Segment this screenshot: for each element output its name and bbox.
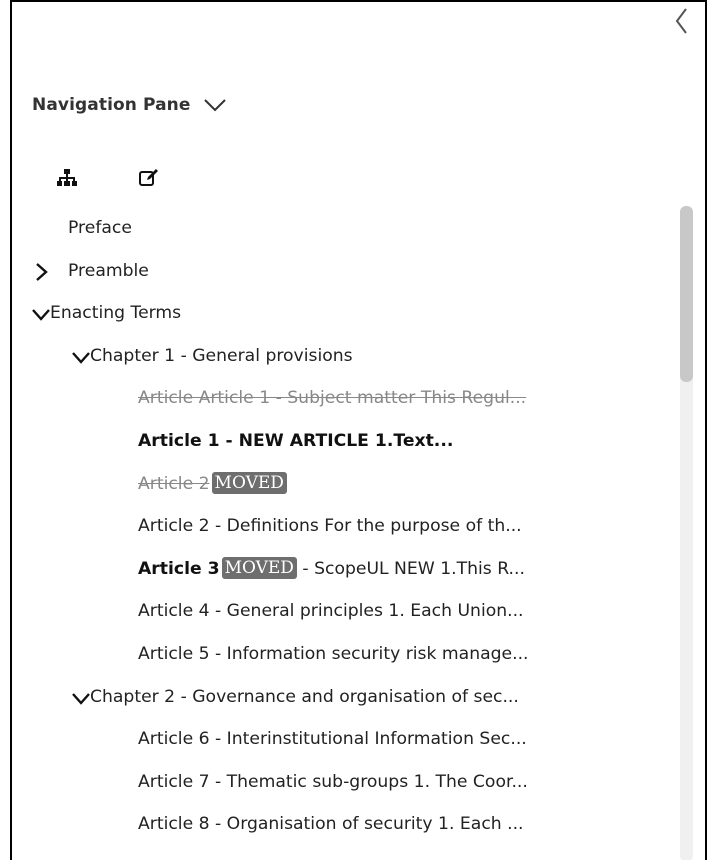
tree-item-article[interactable]: Article 4 - General principles 1. Each U… (32, 590, 685, 633)
scrollbar-thumb[interactable] (680, 206, 693, 382)
tree-item-chapter[interactable]: Chapter 1 - General provisions (32, 335, 685, 378)
tree-item-text: Article 4 - General principles 1. Each U… (138, 590, 524, 633)
tree-item-label: Article Article 1 - Subject matter This … (138, 388, 527, 409)
navigation-tree: Preface Preamble Enacting Terms Chapter 1 -… (32, 207, 685, 846)
tree-item-text: Chapter 1 - General provisions (90, 335, 353, 378)
tree-item-text: Article 1 - NEW ARTICLE 1.Text... (138, 420, 453, 463)
tree-item-chapter[interactable]: Chapter 2 - Governance and organisation … (32, 676, 685, 719)
tree-item-text: Article Article 1 - Subject matter This … (138, 377, 526, 420)
tree-item-section[interactable]: Preamble (32, 250, 685, 293)
tree-item-text: Preface (68, 207, 132, 250)
tree-item-label: Chapter 2 - Governance and organisation … (90, 686, 519, 707)
tree-item-section[interactable]: Preface (32, 207, 685, 250)
tree-item-label: Article 2 - Definitions For the purpose … (138, 516, 522, 537)
tree-item-article[interactable]: Article 1 - NEW ARTICLE 1.Text... (32, 420, 685, 463)
navigation-pane: Navigation Pane Preface Preamble Enactin… (10, 0, 707, 860)
structure-view-button[interactable] (56, 168, 78, 188)
tree-item-article[interactable]: Article Article 1 - Subject matter This … (32, 377, 685, 420)
pane-toolbar (56, 168, 160, 188)
tree-item-label: Preamble (68, 260, 149, 281)
pane-title: Navigation Pane (32, 95, 191, 115)
tree-item-article[interactable]: Article 5 - Information security risk ma… (32, 633, 685, 676)
tree-item-text: Enacting Terms (50, 292, 181, 335)
tree-item-label: Enacting Terms (50, 303, 182, 324)
chevron-right-icon[interactable] (32, 262, 50, 281)
tree-item-label: Article 6 - Interinstitutional Informati… (138, 729, 527, 750)
tree-item-article[interactable]: Article 8 - Organisation of security 1. … (32, 803, 685, 846)
tree-item-label: Article 3 (138, 558, 220, 579)
tree-item-label: Preface (68, 218, 132, 238)
tree-item-section[interactable]: Enacting Terms (32, 292, 685, 335)
tree-item-text: Article 6 - Interinstitutional Informati… (138, 718, 527, 761)
tree-item-text: Article 7 - Thematic sub-groups 1. The C… (138, 761, 528, 804)
tree-item-article[interactable]: Article 2 MOVED (32, 463, 685, 506)
tree-item-article[interactable]: Article 3 MOVED - ScopeUL NEW 1.This R... (32, 548, 685, 591)
collapse-pane-chevron-icon[interactable] (673, 6, 691, 36)
tree-item-text: Article 2 MOVED (138, 463, 287, 506)
tree-item-article[interactable]: Article 6 - Interinstitutional Informati… (32, 718, 685, 761)
chevron-down-icon[interactable] (72, 689, 90, 707)
tree-item-article[interactable]: Article 7 - Thematic sub-groups 1. The C… (32, 761, 685, 804)
tree-item-label: Article 7 - Thematic sub-groups 1. The C… (138, 771, 528, 792)
chevron-down-icon[interactable] (72, 348, 90, 366)
tree-item-text: Article 3 MOVED - ScopeUL NEW 1.This R... (138, 548, 525, 591)
moved-badge: MOVED (221, 556, 297, 579)
tree-item-text: Chapter 2 - Governance and organisation … (90, 676, 519, 719)
tree-item-label: Article 8 - Organisation of security 1. … (138, 814, 524, 835)
chevron-down-icon[interactable] (32, 305, 50, 323)
pane-header: Navigation Pane (32, 88, 227, 122)
scrollbar-track[interactable] (680, 206, 693, 860)
tree-item-article[interactable]: Article 2 - Definitions For the purpose … (32, 505, 685, 548)
moved-badge: MOVED (211, 471, 287, 494)
tree-item-label: Article 1 - NEW ARTICLE 1.Text... (138, 430, 454, 451)
tree-item-text: Article 8 - Organisation of security 1. … (138, 803, 524, 846)
tree-item-label: Article 5 - Information security risk ma… (138, 643, 529, 664)
tree-item-label: Article 2 (138, 473, 210, 494)
chevron-down-icon[interactable] (203, 97, 227, 113)
tree-item-label: Article 4 - General principles 1. Each U… (138, 601, 524, 622)
hierarchy-icon (57, 169, 77, 186)
tree-item-suffix: - ScopeUL NEW 1.This R... (296, 558, 525, 579)
tree-item-label: Chapter 1 - General provisions (90, 345, 353, 366)
tree-item-text: Preamble (68, 250, 149, 293)
tree-item-text: Article 2 - Definitions For the purpose … (138, 505, 522, 548)
edit-view-button[interactable] (138, 168, 160, 188)
edit-icon (139, 169, 158, 186)
tree-item-text: Article 5 - Information security risk ma… (138, 633, 529, 676)
